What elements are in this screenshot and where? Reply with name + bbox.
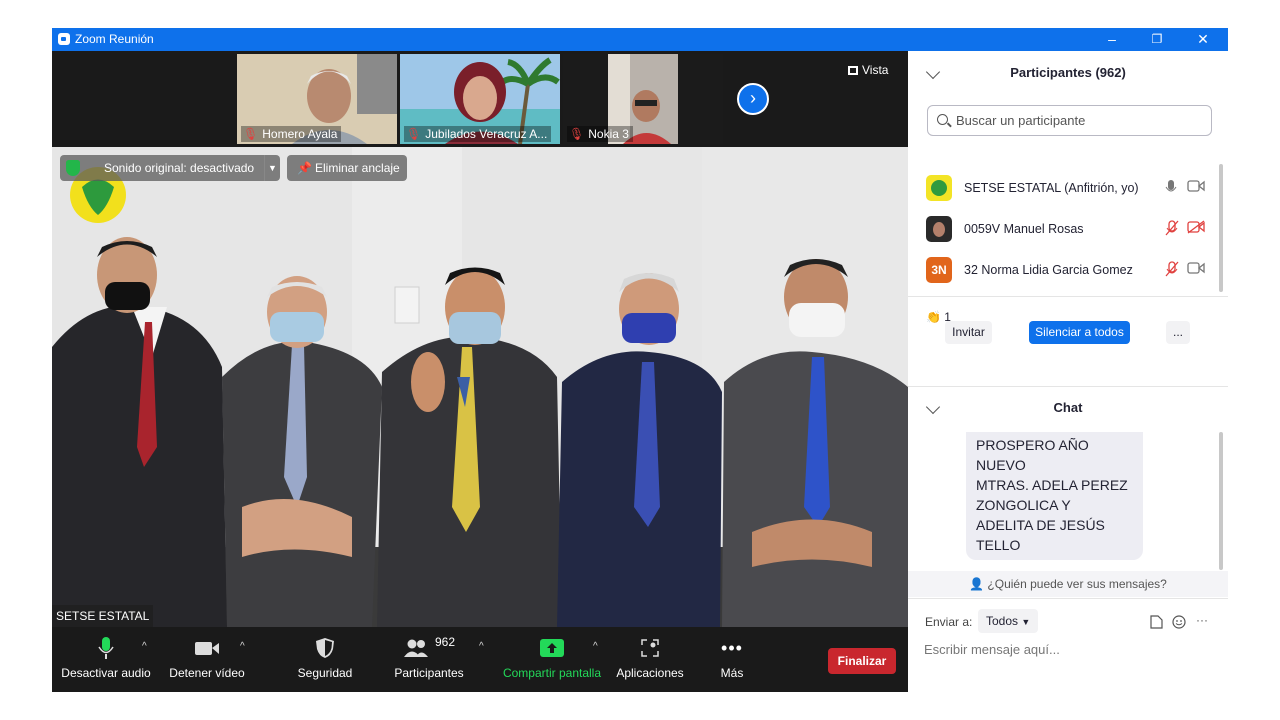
video-camera-icon[interactable] (1187, 261, 1205, 275)
chat-message: PROSPERO AÑO NUEVO MTRAS. ADELA PEREZ ZO… (966, 432, 1143, 560)
shield-check-icon (66, 160, 80, 176)
presenter-name-label: SETSE ESTATAL (52, 605, 154, 627)
video-camera-icon[interactable] (1187, 179, 1205, 193)
apps-icon (641, 639, 659, 657)
video-camera-icon (195, 642, 219, 655)
video-thumbnail[interactable]: 🎙 Nokia 3 (563, 54, 723, 144)
participant-search-input[interactable]: Buscar un participante (927, 105, 1212, 136)
muted-microphone-icon[interactable] (1165, 261, 1179, 277)
view-button[interactable]: Vista (848, 63, 888, 77)
video-area: 🎙Homero Ayala 🎙Jubilados Veracruz A... (52, 51, 908, 692)
apps-button[interactable]: Aplicaciones (614, 635, 686, 680)
speaker-video-feed (52, 147, 908, 627)
chevron-down-icon[interactable] (925, 64, 941, 80)
video-off-icon[interactable] (1187, 220, 1205, 234)
recipient-select[interactable]: Todos ▼ (978, 609, 1039, 633)
security-button[interactable]: Seguridad (292, 635, 358, 680)
person-icon: 👤 (969, 577, 985, 591)
file-icon[interactable] (1150, 615, 1163, 629)
video-thumbnail[interactable]: 🎙 Homero Ayala (237, 54, 397, 144)
chat-more-icon[interactable]: ··· (1196, 613, 1208, 627)
next-page-button[interactable]: › (737, 83, 769, 115)
mute-all-button[interactable]: Silenciar a todos (1029, 321, 1130, 344)
audio-options-caret[interactable]: ^ (142, 641, 147, 652)
muted-mic-icon: 🎙 (406, 127, 422, 141)
meeting-toolbar: Desactivar audio ^ Detener vídeo ^ Segur… (52, 627, 908, 692)
side-panel: Participantes (962) Buscar un participan… (908, 51, 1228, 692)
more-dots-icon: ••• (721, 637, 743, 658)
participant-row[interactable]: 3N 32 Norma Lidia Garcia Gomez (908, 250, 1228, 291)
end-meeting-button[interactable]: Finalizar (828, 648, 896, 674)
participant-row[interactable]: SETSE ESTATAL (Anfitrión, yo) (908, 168, 1228, 209)
search-icon (937, 114, 948, 125)
zoom-app-icon (58, 33, 70, 45)
share-options-caret[interactable]: ^ (593, 641, 598, 652)
divider (908, 296, 1228, 297)
title-bar: Zoom Reunión – ❐ ✕ (52, 28, 1228, 51)
divider (908, 598, 1228, 599)
restore-button[interactable]: ❐ (1145, 30, 1169, 48)
share-screen-icon (540, 639, 564, 657)
chat-header: Chat (908, 386, 1228, 430)
emoji-icon[interactable] (1172, 615, 1186, 629)
chat-scrollbar[interactable] (1219, 432, 1223, 570)
thumbnail-name: 🎙 Jubilados Veracruz A... (404, 126, 552, 142)
video-button[interactable]: Detener vídeo (164, 635, 250, 680)
avatar (926, 175, 952, 201)
microphone-icon[interactable] (1165, 179, 1177, 195)
participants-header: Participantes (962) (908, 51, 1228, 95)
window-title: Zoom Reunión (75, 32, 154, 46)
chevron-down-icon[interactable] (925, 399, 941, 415)
more-options-button[interactable]: ... (1166, 321, 1190, 344)
close-button[interactable]: ✕ (1191, 30, 1215, 48)
unpin-button[interactable]: 📌 Eliminar anclaje (287, 155, 407, 181)
minimize-button[interactable]: – (1100, 30, 1124, 48)
chat-message-input[interactable]: Escribir mensaje aquí... (924, 642, 1060, 657)
participants-options-caret[interactable]: ^ (479, 641, 484, 652)
clap-icon: 👏 (926, 310, 941, 324)
more-button[interactable]: ••• Más (712, 635, 752, 681)
original-sound-toggle[interactable]: Sonido original: desactivado ▼ (60, 155, 280, 181)
main-video: Sonido original: desactivado ▼ 📌 Elimina… (52, 147, 908, 627)
mute-button[interactable]: Desactivar audio (60, 635, 152, 680)
avatar (926, 216, 952, 242)
invite-button[interactable]: Invitar (945, 321, 992, 344)
thumbnail-name: 🎙 Nokia 3 (567, 126, 633, 142)
avatar: 3N (926, 257, 952, 283)
video-options-caret[interactable]: ^ (240, 641, 245, 652)
send-to-label: Enviar a: (925, 615, 973, 629)
microphone-icon (98, 637, 114, 659)
participants-icon (403, 639, 428, 657)
muted-mic-icon: 🎙 (569, 127, 585, 141)
shield-icon (316, 638, 334, 658)
muted-microphone-icon[interactable] (1165, 220, 1179, 236)
chevron-down-icon[interactable]: ▼ (264, 155, 280, 181)
participant-row[interactable]: 0059V Manuel Rosas (908, 209, 1228, 250)
message-visibility-info[interactable]: 👤 ¿Quién puede ver sus mensajes? (908, 571, 1228, 597)
thumbnail-strip: 🎙Homero Ayala 🎙Jubilados Veracruz A... (52, 51, 908, 147)
pin-icon: 📌 (297, 161, 312, 175)
share-screen-button[interactable]: Compartir pantalla (499, 635, 605, 680)
muted-mic-icon: 🎙 (243, 127, 259, 141)
video-thumbnail[interactable]: 🎙 Jubilados Veracruz A... (400, 54, 560, 144)
zoom-window: Zoom Reunión – ❐ ✕ 🎙 Homero Ayala 🎙 Jubi… (52, 28, 1228, 692)
participants-button[interactable]: 962 Participantes (392, 635, 466, 680)
grid-icon (848, 66, 858, 75)
thumbnail-name: 🎙 Homero Ayala (241, 126, 342, 142)
chevron-down-icon: ▼ (1021, 617, 1031, 627)
